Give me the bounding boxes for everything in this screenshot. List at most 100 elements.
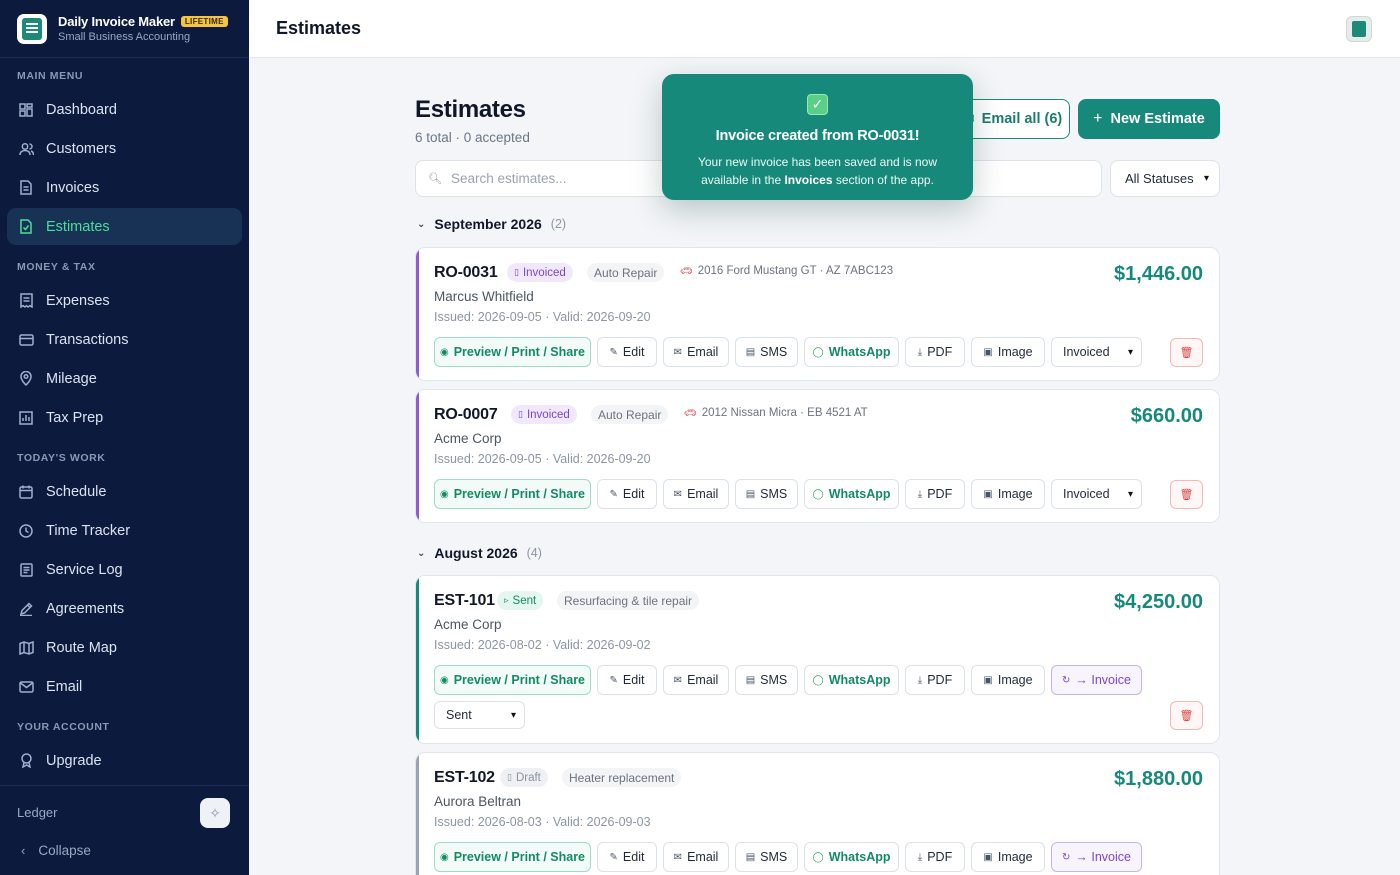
sidebar-item-transactions[interactable]: Transactions [7,321,242,358]
pdf-button[interactable]: ⤓ PDF [905,479,965,509]
email-label: Email [687,487,719,501]
estimate-id: EST-101 [434,592,495,609]
whatsapp-button[interactable]: ◯ WhatsApp [804,337,899,367]
email-button[interactable]: ✉ Email [663,842,729,872]
pdf-button[interactable]: ⤓ PDF [905,665,965,695]
edit-button[interactable]: ✎ Edit [597,665,657,695]
refresh-icon: ↻ [1062,674,1071,686]
sidebar-item-label: Upgrade [46,752,102,769]
edit-label: Edit [622,345,645,359]
delete-button[interactable]: 🗑︎ [1170,480,1203,509]
estimate-amount: $1,880.00 [1114,768,1203,790]
status-select[interactable]: Sent ▾ [434,701,525,729]
estimate-card[interactable]: EST-101 ▹ Sent Resurfacing & tile repair … [415,575,1220,744]
estimate-amount: $4,250.00 [1114,591,1203,613]
email-button[interactable]: ✉ Email [663,479,729,509]
status-filter-select[interactable]: All Statuses ▾ [1110,160,1220,197]
sidebar-item-time-tracker[interactable]: Time Tracker [7,512,242,549]
estimate-card[interactable]: EST-102 ▯ Draft Heater replacement $1,880… [415,752,1220,875]
refresh-icon: ↻ [1062,851,1071,863]
estimate-id: RO-0007 [434,406,498,423]
collapse-button[interactable]: ‹ Collapse [21,843,91,858]
preview-button[interactable]: ◉ Preview / Print / Share [434,842,591,872]
group-header-august[interactable]: ⌄ August 2026 (4) [417,545,542,561]
chevron-down-icon: ▾ [1127,346,1133,358]
preview-button[interactable]: ◉ Preview / Print / Share [434,479,591,509]
avatar[interactable] [1346,16,1372,42]
image-button[interactable]: ▣ Image [971,665,1045,695]
chevron-left-icon: ‹ [21,843,26,858]
sidebar-item-label: Dashboard [46,101,117,118]
clock-icon [18,523,34,539]
whatsapp-button[interactable]: ◯ WhatsApp [804,842,899,872]
customer-name: Marcus Whitfield [434,289,534,304]
sidebar-item-upgrade[interactable]: Upgrade [7,742,242,779]
users-icon [18,141,34,157]
mail-icon [18,679,34,695]
sidebar-item-label: Tax Prep [46,409,104,426]
edit-button[interactable]: ✎ Edit [597,842,657,872]
sidebar-item-route-map[interactable]: Route Map [7,629,242,666]
edit-button[interactable]: ✎ Edit [597,479,657,509]
message-icon: ▤ [745,674,756,686]
preview-label: Preview / Print / Share [453,850,586,864]
eye-icon: ◉ [439,488,449,500]
pencil-icon: ✎ [609,346,618,358]
convert-to-invoice-button[interactable]: ↻ → Invoice [1051,842,1142,872]
sidebar-item-expenses[interactable]: Expenses [7,282,242,319]
whatsapp-button[interactable]: ◯ WhatsApp [804,665,899,695]
sidebar-item-estimates[interactable]: Estimates [7,208,242,245]
image-label: Image [997,487,1033,501]
sidebar-item-customers[interactable]: Customers [7,130,242,167]
pdf-button[interactable]: ⤓ PDF [905,337,965,367]
sidebar-item-tax-prep[interactable]: Tax Prep [7,399,242,436]
sms-button[interactable]: ▤ SMS [735,479,798,509]
delete-button[interactable]: 🗑︎ [1170,338,1203,367]
sms-button[interactable]: ▤ SMS [735,842,798,872]
success-toast[interactable]: ✓ Invoice created from RO-0031! Your new… [662,74,973,200]
estimate-card[interactable]: RO-0031 ▯ Invoiced Auto Repair 🚗︎ 2016 For… [415,247,1220,381]
sidebar-item-dashboard[interactable]: Dashboard [7,91,242,128]
sidebar-item-label: Agreements [46,600,125,617]
sparkle-icon[interactable]: ✧ [200,798,230,828]
sidebar-item-email[interactable]: Email [7,668,242,705]
status-badge: ▯ Invoiced [511,405,577,424]
plan-badge: LIFETIME [180,16,228,27]
delete-button[interactable]: 🗑︎ [1170,701,1203,730]
sms-button[interactable]: ▤ SMS [735,665,798,695]
email-all-button[interactable]: ✉ Email all (6) [956,99,1070,139]
status-badge: ▯ Invoiced [507,263,573,282]
sidebar-item-service-log[interactable]: Service Log [7,551,242,588]
brand[interactable]: Daily Invoice Maker LIFETIME Small Busin… [0,0,249,58]
status-select[interactable]: Invoiced ▾ [1051,337,1142,367]
image-button[interactable]: ▣ Image [971,842,1045,872]
pdf-button[interactable]: ⤓ PDF [905,842,965,872]
section-label-todays-work: TODAY'S WORK [17,452,106,464]
sidebar-item-schedule[interactable]: Schedule [7,473,242,510]
email-button[interactable]: ✉ Email [663,337,729,367]
eye-icon: ◉ [439,346,449,358]
estimate-card[interactable]: RO-0007 ▯ Invoiced Auto Repair 🚗︎ 2012 Nis… [415,389,1220,523]
preview-button[interactable]: ◉ Preview / Print / Share [434,665,591,695]
status-select[interactable]: Invoiced ▾ [1051,479,1142,509]
image-button[interactable]: ▣ Image [971,337,1045,367]
toast-body: Your new invoice has been saved and is n… [682,153,953,189]
image-button[interactable]: ▣ Image [971,479,1045,509]
preview-button[interactable]: ◉ Preview / Print / Share [434,337,591,367]
customer-name: Acme Corp [434,617,502,632]
sidebar-item-mileage[interactable]: Mileage [7,360,242,397]
mail-icon: ✉ [673,851,683,863]
new-estimate-button[interactable]: + New Estimate [1078,99,1220,139]
email-button[interactable]: ✉ Email [663,665,729,695]
group-label: August 2026 [434,545,518,561]
email-label: Email [687,850,719,864]
pencil-icon: ✎ [609,674,618,686]
sidebar-item-agreements[interactable]: Agreements [7,590,242,627]
sms-button[interactable]: ▤ SMS [735,337,798,367]
group-header-september[interactable]: ⌄ September 2026 (2) [417,216,566,232]
message-icon: ▤ [745,346,756,358]
edit-button[interactable]: ✎ Edit [597,337,657,367]
sidebar-item-invoices[interactable]: Invoices [7,169,242,206]
whatsapp-button[interactable]: ◯ WhatsApp [804,479,899,509]
convert-to-invoice-button[interactable]: ↻ → Invoice [1051,665,1142,695]
